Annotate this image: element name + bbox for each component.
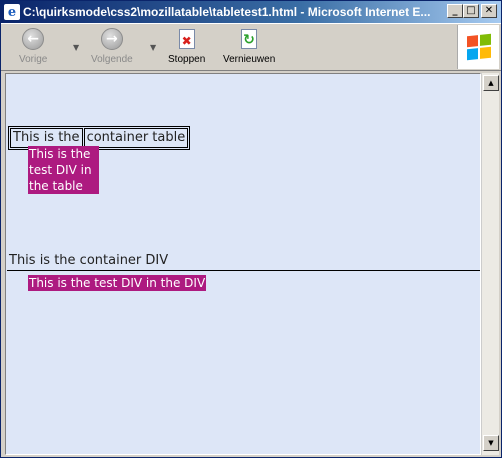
back-arrow-icon: ← <box>22 28 45 50</box>
close-button[interactable]: ✕ <box>481 4 497 18</box>
test-div-line: test DIV in <box>29 163 92 177</box>
test-div-line: This is the <box>29 147 91 161</box>
windows-logo-icon <box>457 25 499 69</box>
page-content: This is the container table This is the … <box>5 73 481 455</box>
refresh-button[interactable]: ↻ Vernieuwen <box>223 27 275 65</box>
forward-arrow-icon: → <box>100 28 123 50</box>
window-title: C:\quirksmode\css2\mozillatable\tabletes… <box>23 5 431 19</box>
refresh-icon: ↻ <box>241 29 258 49</box>
browser-window: e C:\quirksmode\css2\mozillatable\tablet… <box>0 0 502 458</box>
scroll-up-icon[interactable]: ▲ <box>483 75 499 91</box>
scroll-down-icon[interactable]: ▼ <box>483 435 499 451</box>
back-button[interactable]: ← Vorige <box>19 27 47 65</box>
test-div-in-table: This is the test DIV in the table <box>28 146 99 194</box>
forward-button[interactable]: → Volgende <box>91 27 133 65</box>
test-div-in-div: This is the test DIV in the DIV <box>28 275 207 291</box>
container-div: This is the container DIV <box>7 252 480 271</box>
vertical-scrollbar[interactable]: ▲ ▼ <box>481 73 499 455</box>
ie-icon: e <box>4 4 20 20</box>
forward-dropdown-icon[interactable]: ▼ <box>150 43 156 52</box>
stop-button[interactable]: ✖ Stoppen <box>168 27 205 65</box>
title-bar[interactable]: e C:\quirksmode\css2\mozillatable\tablet… <box>1 1 501 23</box>
stop-icon: ✖ <box>178 29 195 49</box>
forward-label: Volgende <box>91 54 133 65</box>
test-div-line: the table <box>29 179 83 193</box>
toolbar: ← Vorige ▼ → Volgende ▼ ✖ Stoppen ↻ Vern… <box>1 23 501 71</box>
container-table-cell: This is the <box>10 128 83 148</box>
container-table-cell: container table <box>83 128 189 148</box>
maximize-button[interactable]: □ <box>463 4 479 18</box>
back-label: Vorige <box>19 54 48 65</box>
back-dropdown-icon[interactable]: ▼ <box>73 43 79 52</box>
refresh-label: Vernieuwen <box>223 54 276 65</box>
minimize-button[interactable]: _ <box>447 4 463 18</box>
stop-label: Stoppen <box>168 54 206 65</box>
